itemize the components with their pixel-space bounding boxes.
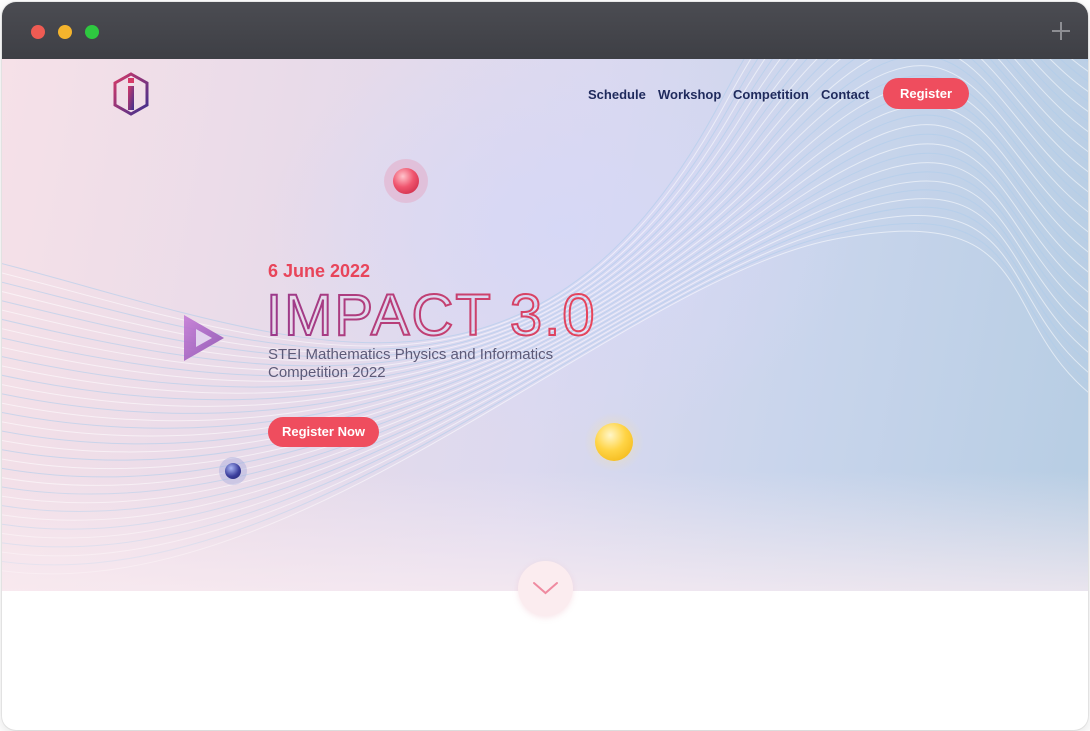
window-titlebar (2, 2, 1088, 59)
maximize-window-button[interactable] (85, 25, 99, 39)
register-now-button[interactable]: Register Now (268, 417, 379, 447)
minimize-window-button[interactable] (58, 25, 72, 39)
decorative-orb-blue (225, 463, 241, 479)
hero-section: Schedule Workshop Competition Contact Re… (2, 59, 1088, 591)
wave-line (2, 84, 1088, 437)
chevron-down-icon (533, 582, 558, 595)
nav-competition[interactable]: Competition (733, 87, 809, 102)
decorative-orb-yellow (595, 423, 633, 461)
plus-icon[interactable] (1052, 22, 1070, 40)
close-window-button[interactable] (31, 25, 45, 39)
scroll-down-button[interactable] (518, 561, 573, 616)
play-triangle-icon (184, 315, 224, 361)
impact-logo[interactable] (112, 72, 150, 116)
decorative-orb-red (393, 168, 419, 194)
event-title-text: IMPACT 3.0 (266, 287, 597, 343)
nav-workshop[interactable]: Workshop (658, 87, 721, 102)
nav-schedule[interactable]: Schedule (588, 87, 646, 102)
wave-line (2, 94, 1088, 445)
nav-contact[interactable]: Contact (821, 87, 869, 102)
wave-line (2, 104, 1088, 453)
browser-window: Schedule Workshop Competition Contact Re… (2, 2, 1088, 730)
register-button[interactable]: Register (883, 78, 969, 109)
event-title: IMPACT 3.0 (265, 287, 597, 343)
event-subtitle: STEI Mathematics Physics and Informatics… (268, 346, 554, 381)
event-date: 6 June 2022 (268, 261, 371, 281)
